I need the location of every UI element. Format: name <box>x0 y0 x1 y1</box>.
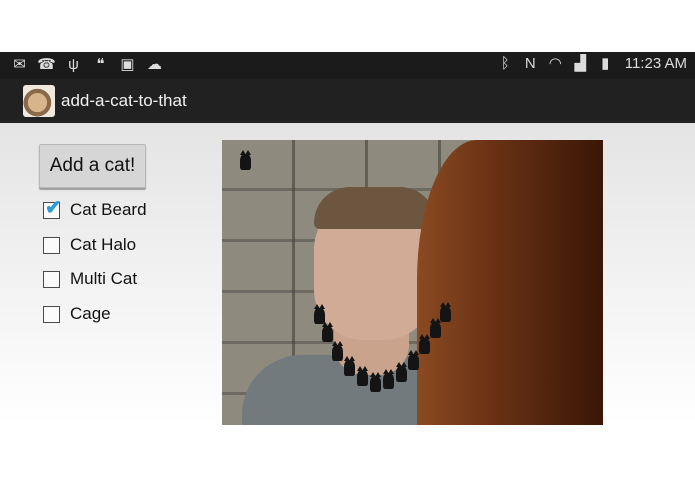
option-label: Cat Halo <box>70 235 137 254</box>
cat-icon <box>322 322 333 342</box>
hamster-app-icon[interactable] <box>23 85 55 117</box>
finger <box>417 140 603 425</box>
option-multi-cat[interactable]: Multi Cat <box>43 268 137 290</box>
status-bar: ✉ ☎ ψ ❝ ▣ ☁ ᛒ N ◠ ▟ ▮ 11:23 AM <box>0 52 695 79</box>
hair <box>314 187 436 229</box>
status-time: 11:23 AM <box>624 55 687 72</box>
nfc-icon: N <box>524 55 536 72</box>
cat-icon <box>430 318 441 338</box>
checkbox[interactable] <box>43 236 60 254</box>
option-cat-beard[interactable]: ✔ Cat Beard <box>43 198 147 221</box>
app-title: add-a-cat-to-that <box>61 91 187 110</box>
option-label: Cat Beard <box>70 200 147 219</box>
main-content: Add a cat! ✔ Cat Beard Cat Halo Multi Ca… <box>0 123 695 426</box>
cloud-check-icon: ☁ <box>147 56 162 73</box>
option-label: Multi Cat <box>70 269 138 288</box>
add-a-cat-button[interactable]: Add a cat! <box>39 144 146 188</box>
cat-icon <box>408 350 419 370</box>
checkbox[interactable]: ✔ <box>43 198 62 219</box>
cat-icon <box>357 366 368 386</box>
cat-icon <box>440 302 451 322</box>
cat-icon <box>344 356 355 376</box>
action-bar: add-a-cat-to-that <box>0 79 695 123</box>
cat-icon <box>370 372 381 392</box>
bluetooth-icon: ᛒ <box>500 55 510 72</box>
cat-icon <box>396 362 407 382</box>
checkbox[interactable] <box>43 305 60 323</box>
cat-icon <box>419 334 430 354</box>
checkmark-icon: ✔ <box>45 196 62 219</box>
system-icons: ᛒ N ◠ ▟ ▮ 11:23 AM <box>496 54 687 73</box>
gallery-icon: ▣ <box>120 56 135 73</box>
usb-icon: ψ <box>68 56 79 73</box>
checkbox[interactable] <box>43 270 60 288</box>
cat-icon <box>240 150 251 170</box>
option-cage[interactable]: Cage <box>43 303 111 325</box>
wifi-icon: ◠ <box>548 55 562 72</box>
cat-icon <box>332 341 343 361</box>
battery-icon: ▮ <box>601 55 610 72</box>
mail-icon: ✉ <box>13 56 26 73</box>
option-cat-halo[interactable]: Cat Halo <box>43 234 136 256</box>
option-label: Cage <box>70 304 111 323</box>
missed-call-icon: ☎ <box>37 56 56 73</box>
notification-icons: ✉ ☎ ψ ❝ ▣ ☁ <box>10 55 164 74</box>
cat-icon <box>383 369 394 389</box>
signal-icon: ▟ <box>574 55 586 72</box>
cat-photo[interactable] <box>222 140 603 425</box>
hangouts-icon: ❝ <box>96 56 105 73</box>
